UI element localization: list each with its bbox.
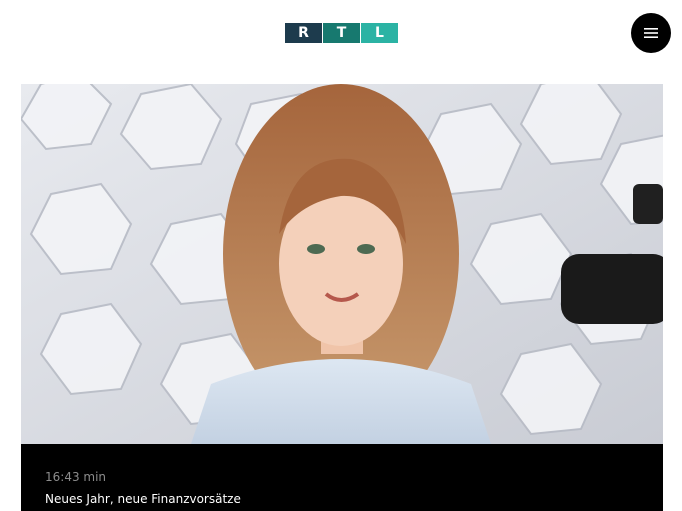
video-info: 16:43 min Neues Jahr, neue Finanzvorsätz… bbox=[45, 470, 241, 506]
video-card[interactable]: 16:43 min Neues Jahr, neue Finanzvorsätz… bbox=[21, 84, 663, 511]
video-title[interactable]: Neues Jahr, neue Finanzvorsätze bbox=[45, 492, 241, 506]
video-duration: 16:43 min bbox=[45, 470, 107, 484]
video-thumbnail-image[interactable] bbox=[21, 84, 663, 444]
hamburger-icon bbox=[644, 28, 658, 38]
menu-button[interactable] bbox=[631, 13, 671, 53]
rtl-logo[interactable]: R T L bbox=[285, 23, 398, 43]
logo-tile-t: T bbox=[323, 23, 360, 43]
site-header: R T L bbox=[0, 0, 682, 66]
logo-tile-l: L bbox=[361, 23, 398, 43]
logo-tile-r: R bbox=[285, 23, 322, 43]
